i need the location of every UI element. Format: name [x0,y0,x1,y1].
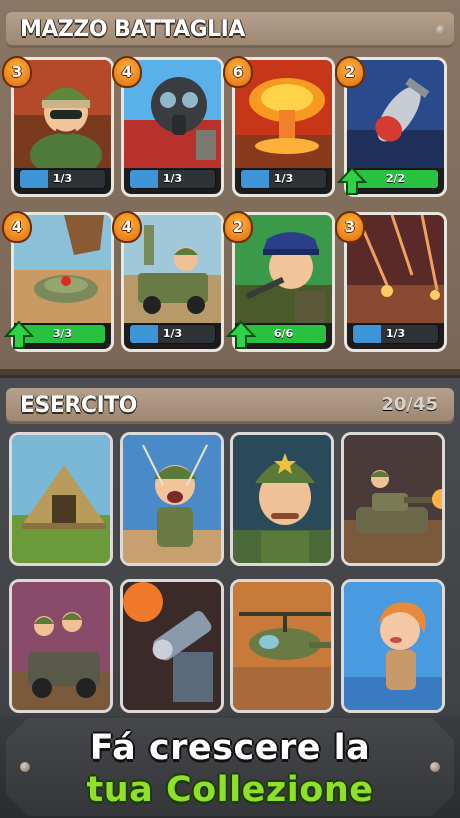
cost-value: 2 [232,218,244,236]
card-progress-text: 1/3 [52,172,73,185]
paratrooper-art [123,435,221,563]
sergeant-art [233,435,331,563]
cost-value: 4 [11,218,23,236]
upgrade-arrow-icon[interactable] [337,166,367,196]
deck-title: MAZZO BATTAGLIA [20,17,245,42]
upgrade-arrow-icon[interactable] [226,320,256,350]
gatling-art [123,582,221,710]
cost-value: 4 [121,63,133,81]
card-progress-bar: 1/3 [129,324,216,344]
tent-art [12,435,110,563]
army-card-tank[interactable] [341,432,445,566]
heroine-art [344,582,442,710]
cost-value: 4 [121,218,133,236]
army-card-sergeant[interactable] [230,432,334,566]
elixir-cost-badge: 6 [223,56,253,88]
cost-value: 2 [344,63,356,81]
army-card-paratrooper[interactable] [120,432,224,566]
card-progress-bar: 1/3 [240,169,327,189]
deck-header: MAZZO BATTAGLIA [6,12,454,48]
card-progress-text: 1/3 [385,327,406,340]
card-progress-bar: 1/3 [19,169,106,189]
cost-value: 3 [344,218,356,236]
promo-banner: Fá crescere la tua Collezione [0,716,460,818]
army-card-gatling[interactable] [120,579,224,713]
card-progress-text: 1/3 [162,327,183,340]
army-card-tent[interactable] [9,432,113,566]
card-progress-bar: 1/3 [129,169,216,189]
army-title: ESERCITO [20,393,137,418]
banner-plate: Fá crescere la tua Collezione [6,718,454,816]
army-header: ESERCITO 20/45 [6,388,454,424]
upgrade-arrow-icon[interactable] [4,320,34,350]
bolt-icon [436,25,446,35]
card-progress-bar: 1/3 [352,324,439,344]
elixir-cost-badge: 3 [335,211,365,243]
card-progress-text: 1/3 [162,172,183,185]
helicopter-art [233,582,331,710]
banner-headline: Fá crescere la [89,728,371,768]
elixir-cost-badge: 4 [112,56,142,88]
army-card-helicopter[interactable] [230,579,334,713]
cost-value: 3 [11,63,23,81]
squad-jeep-art [12,582,110,710]
elixir-cost-badge: 2 [335,56,365,88]
army-card-heroine[interactable] [341,579,445,713]
army-card-squad-jeep[interactable] [9,579,113,713]
tank-art [344,435,442,563]
elixir-cost-badge: 4 [2,211,32,243]
elixir-cost-badge: 3 [2,56,32,88]
banner-subheadline: tua Collezione [86,770,374,810]
army-count: 20/45 [381,394,438,415]
battle-deck-section: MAZZO BATTAGLIA 1/3 3 1/3 4 1/3 6 2/2 2 … [0,0,460,375]
elixir-cost-badge: 4 [112,211,142,243]
card-progress-text: 1/3 [273,172,294,185]
elixir-cost-badge: 2 [223,211,253,243]
cost-value: 6 [232,63,244,81]
